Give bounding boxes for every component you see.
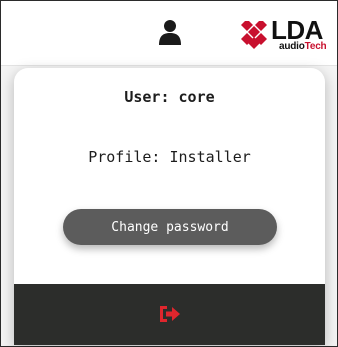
logo-subtext: audioTech [279,41,327,52]
user-name-label: User: core [124,88,215,106]
user-dropdown-panel: User: core Profile: Installer Change pas… [14,68,325,345]
change-password-button[interactable]: Change password [63,209,277,245]
logo-sub-prefix: audio [279,41,305,52]
logo-sub-suffix: Tech [304,41,327,52]
logout-bar[interactable] [14,284,325,345]
user-icon[interactable] [159,19,181,45]
profile-label: Profile: Installer [88,148,251,166]
logout-icon[interactable] [158,303,182,325]
top-bar: LDA audioTech [1,1,337,66]
logo-mark-icon [241,21,267,49]
lda-audiotech-logo: LDA audioTech [241,15,336,59]
